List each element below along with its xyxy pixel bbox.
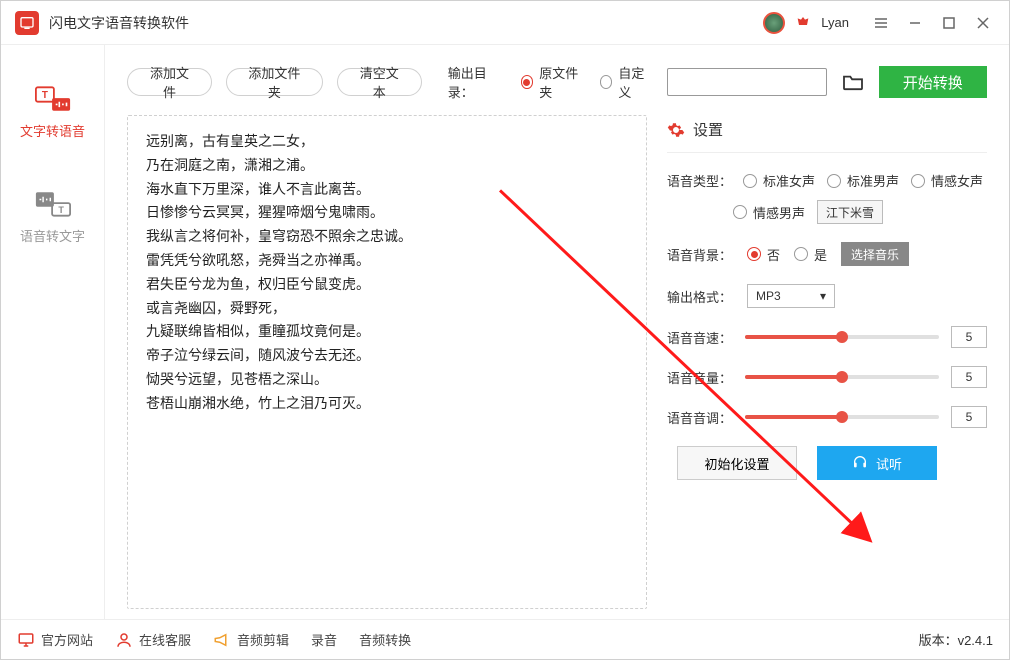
menu-button[interactable] (869, 11, 893, 35)
output-dir-label: 输出目录： (448, 63, 507, 101)
pitch-value[interactable]: 5 (951, 406, 987, 428)
footer-audio-convert-link[interactable]: 音频转换 (359, 630, 411, 649)
app-logo-icon (15, 11, 39, 35)
footer-record-link[interactable]: 录音 (311, 630, 337, 649)
output-custom-radio[interactable]: 自定义 (600, 63, 653, 101)
sidebar-tts-label: 文字转语音 (20, 121, 85, 140)
speed-label: 语音音速： (667, 328, 733, 347)
voice-emo-male-radio[interactable]: 情感男声 (733, 203, 805, 222)
format-field: 输出格式： MP3 ▾ (667, 284, 987, 308)
voice-std-male-radio[interactable]: 标准男声 (827, 171, 899, 190)
bg-no-radio[interactable]: 否 (747, 245, 780, 264)
settings-panel: 设置 语音类型： 标准女声 标准男声 情感女声 (667, 115, 987, 609)
footer-support-link[interactable]: 在线客服 (115, 630, 191, 649)
text-input-panel[interactable]: 远别离，古有皇英之二女， 乃在洞庭之南，潇湘之浦。 海水直下万里深，谁人不言此离… (127, 115, 647, 609)
chevron-down-icon: ▾ (820, 289, 826, 303)
speed-slider-row: 语音音速： 5 (667, 326, 987, 348)
pitch-label: 语音音调： (667, 408, 733, 427)
pitch-slider-row: 语音音调： 5 (667, 406, 987, 428)
bg-yes-radio[interactable]: 是 (794, 245, 827, 264)
megaphone-icon (213, 631, 231, 649)
pitch-slider[interactable] (745, 415, 939, 419)
bg-label: 语音背景： (667, 245, 733, 264)
add-file-button[interactable]: 添加文件 (127, 68, 212, 96)
gear-icon (667, 121, 685, 139)
output-custom-radio-label: 自定义 (618, 63, 653, 101)
voice-std-female-radio[interactable]: 标准女声 (743, 171, 815, 190)
voice-emo-female-radio[interactable]: 情感女声 (911, 171, 983, 190)
toolbar: 添加文件 添加文件夹 清空文本 输出目录： 原文件夹 自定义 开始转换 (127, 63, 987, 101)
clear-text-button[interactable]: 清空文本 (337, 68, 422, 96)
app-title: 闪电文字语音转换软件 (49, 13, 189, 33)
vip-icon (795, 15, 811, 31)
add-folder-button[interactable]: 添加文件夹 (226, 68, 323, 96)
tts-icon: T (35, 85, 71, 113)
start-convert-button[interactable]: 开始转换 (879, 66, 987, 98)
voice-type-field: 语音类型： 标准女声 标准男声 情感女声 情感男声 江下米雪 (667, 171, 987, 224)
volume-slider[interactable] (745, 375, 939, 379)
speed-slider[interactable] (745, 335, 939, 339)
svg-text:T: T (41, 90, 47, 101)
headphones-icon (852, 454, 868, 473)
format-label: 输出格式： (667, 287, 733, 306)
output-path-input[interactable] (667, 68, 827, 96)
footer: 官方网站 在线客服 音频剪辑 录音 音频转换 版本：v2.4.1 (1, 619, 1009, 659)
speed-value[interactable]: 5 (951, 326, 987, 348)
settings-header: 设置 (667, 119, 987, 140)
preview-button-label: 试听 (876, 454, 902, 473)
reset-settings-button[interactable]: 初始化设置 (677, 446, 797, 480)
volume-slider-row: 语音音量： 5 (667, 366, 987, 388)
preview-button[interactable]: 试听 (817, 446, 937, 480)
select-music-button[interactable]: 选择音乐 (841, 242, 909, 266)
settings-header-label: 设置 (693, 119, 723, 140)
user-avatar[interactable] (763, 12, 785, 34)
maximize-button[interactable] (937, 11, 961, 35)
footer-site-link[interactable]: 官方网站 (17, 630, 93, 649)
close-button[interactable] (971, 11, 995, 35)
format-select[interactable]: MP3 ▾ (747, 284, 835, 308)
output-source-radio-label: 原文件夹 (539, 63, 585, 101)
titlebar: 闪电文字语音转换软件 Lyan (1, 1, 1009, 45)
bg-field: 语音背景： 否 是 选择音乐 (667, 242, 987, 266)
voice-type-label: 语音类型： (667, 171, 733, 190)
volume-label: 语音音量： (667, 368, 733, 387)
stt-icon: T (35, 190, 71, 218)
sidebar-stt-label: 语音转文字 (20, 226, 85, 245)
output-source-radio[interactable]: 原文件夹 (521, 63, 586, 101)
footer-audio-edit-link[interactable]: 音频剪辑 (213, 630, 289, 649)
main-panel: 添加文件 添加文件夹 清空文本 输出目录： 原文件夹 自定义 开始转换 (105, 45, 1009, 619)
user-name[interactable]: Lyan (821, 15, 849, 30)
support-icon (115, 631, 133, 649)
browse-folder-button[interactable] (841, 69, 865, 95)
sidebar-tts[interactable]: T 文字转语音 (1, 75, 104, 150)
sidebar-stt[interactable]: T 语音转文字 (1, 180, 104, 255)
sidebar: T 文字转语音 T 语音转文字 (1, 45, 105, 619)
voice-name-select[interactable]: 江下米雪 (817, 200, 883, 224)
svg-text:T: T (58, 205, 64, 215)
version-label: 版本：v2.4.1 (919, 630, 993, 649)
volume-value[interactable]: 5 (951, 366, 987, 388)
monitor-icon (17, 631, 35, 649)
app-window: 闪电文字语音转换软件 Lyan T (0, 0, 1010, 660)
minimize-button[interactable] (903, 11, 927, 35)
